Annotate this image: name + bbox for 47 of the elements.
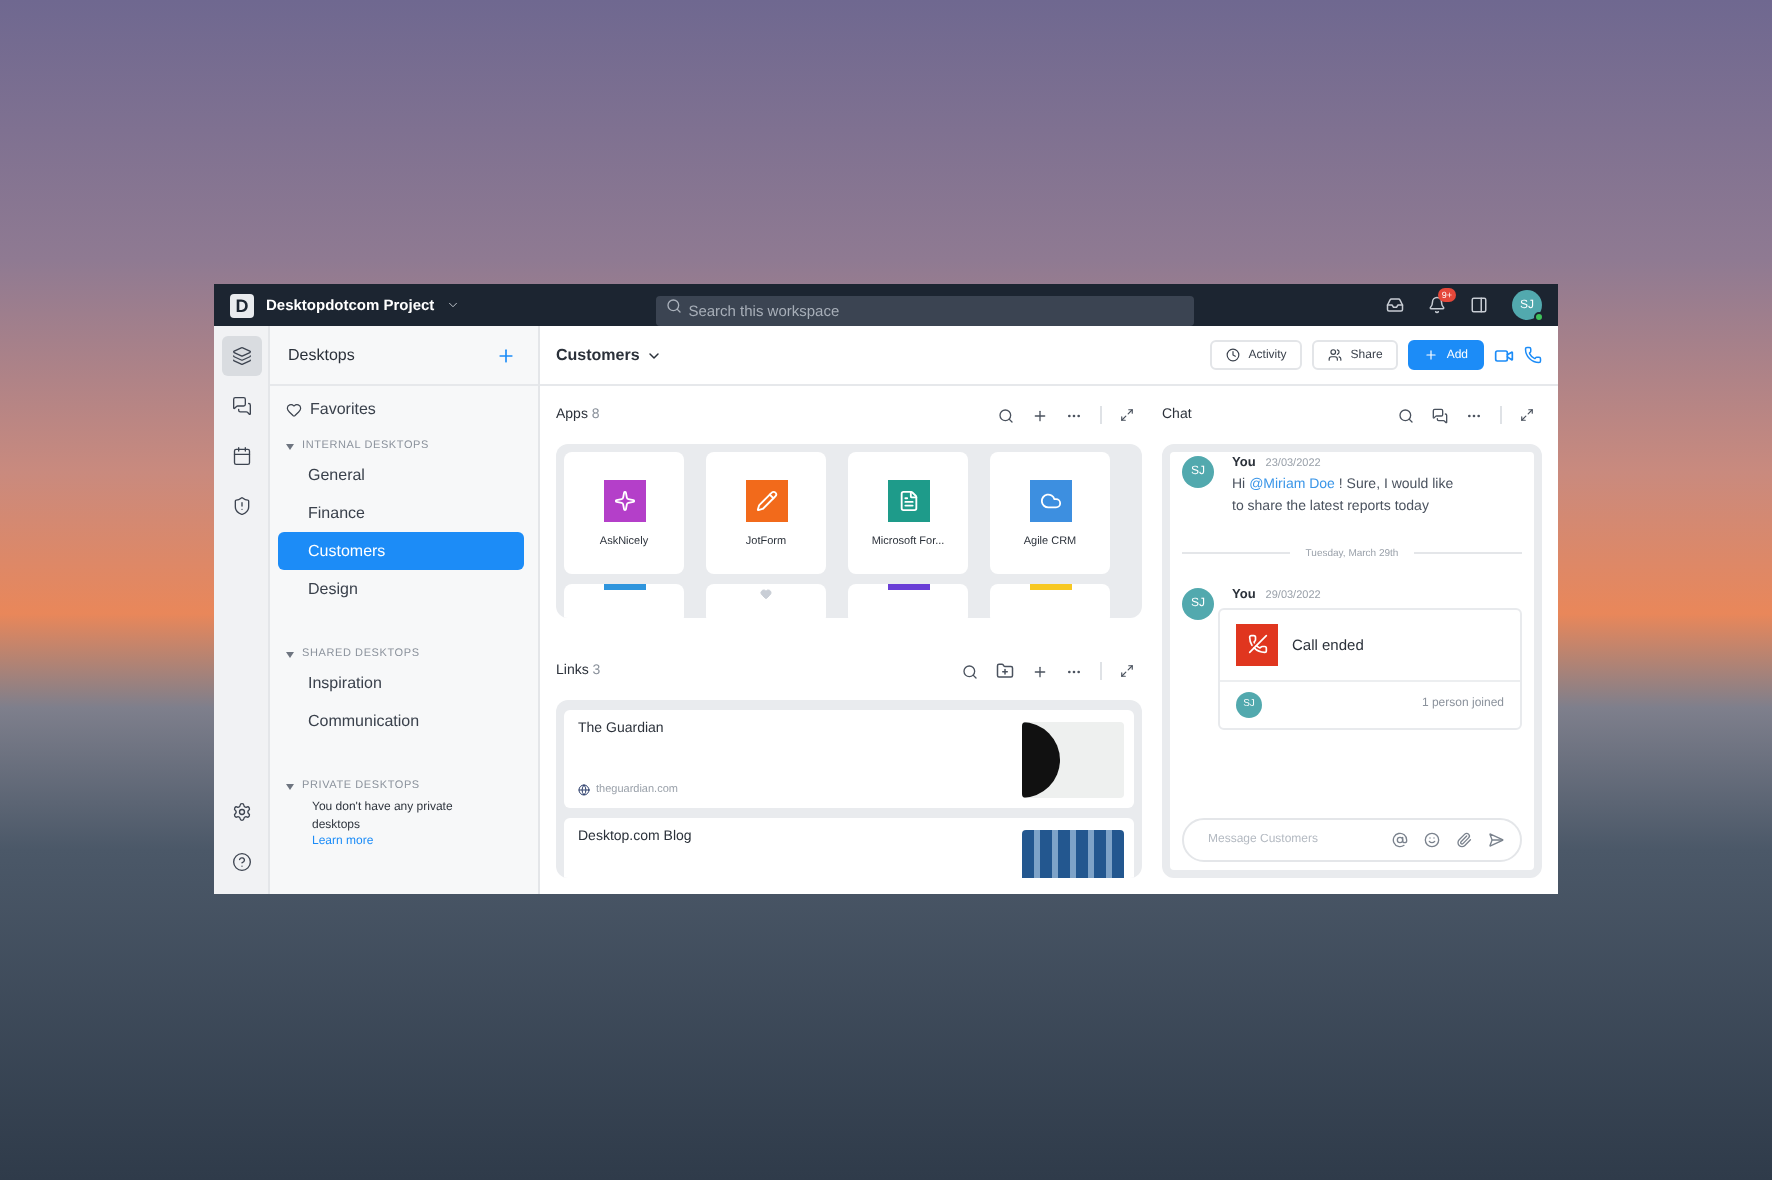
search-button[interactable] <box>1398 407 1414 423</box>
video-call-button[interactable] <box>1494 345 1514 365</box>
notifications-button[interactable] <box>1428 296 1446 314</box>
add-folder-button[interactable] <box>996 662 1014 680</box>
sidebar-item[interactable]: Communication <box>278 702 524 740</box>
sidebar-item[interactable]: Inspiration <box>278 664 524 702</box>
app-card[interactable] <box>564 584 684 618</box>
desktop-selector[interactable]: Customers <box>556 346 662 364</box>
workspace-logo: D <box>230 293 254 317</box>
inbox-button[interactable] <box>1386 296 1404 314</box>
search-button[interactable] <box>962 663 978 679</box>
chat-icon <box>231 396 251 416</box>
search-button[interactable] <box>998 407 1014 423</box>
globe-icon <box>578 784 590 796</box>
help-icon <box>231 852 251 872</box>
expand-button[interactable] <box>1520 408 1534 422</box>
add-desktop-button[interactable] <box>496 345 516 365</box>
threads-button[interactable] <box>1432 407 1448 423</box>
mention-icon[interactable] <box>1392 832 1408 848</box>
newspaper-thumbnail <box>1022 722 1124 798</box>
plus-icon <box>1424 348 1439 362</box>
sidebar-title: Desktops <box>288 346 355 364</box>
favorites-item[interactable]: Favorites <box>278 386 524 436</box>
people-icon <box>1328 348 1343 362</box>
add-button[interactable] <box>1032 407 1048 423</box>
clock-icon <box>1226 348 1241 362</box>
settings-icon <box>231 802 251 822</box>
sidebar-item[interactable]: General <box>278 456 524 494</box>
app-card[interactable] <box>848 584 968 618</box>
attach-icon[interactable] <box>1456 832 1472 848</box>
calendar-icon <box>231 446 251 466</box>
chevron-down-icon <box>645 347 662 363</box>
send-icon[interactable] <box>1488 832 1504 848</box>
phone-off-icon <box>1236 623 1278 666</box>
heart-icon <box>286 401 302 417</box>
shield-icon <box>231 496 251 516</box>
sidebar-item[interactable]: Design <box>278 570 524 608</box>
expand-button[interactable] <box>1120 664 1134 678</box>
layers-icon <box>231 346 251 366</box>
chevron-down-icon <box>446 298 461 312</box>
expand-button[interactable] <box>1120 408 1134 422</box>
add-button[interactable] <box>1032 663 1048 679</box>
sidebar-item[interactable]: Finance <box>278 494 524 532</box>
emoji-icon[interactable] <box>1424 832 1440 848</box>
panel-button[interactable] <box>1470 296 1488 314</box>
layers-button[interactable] <box>221 336 261 376</box>
phone-call-button[interactable] <box>1524 346 1542 364</box>
